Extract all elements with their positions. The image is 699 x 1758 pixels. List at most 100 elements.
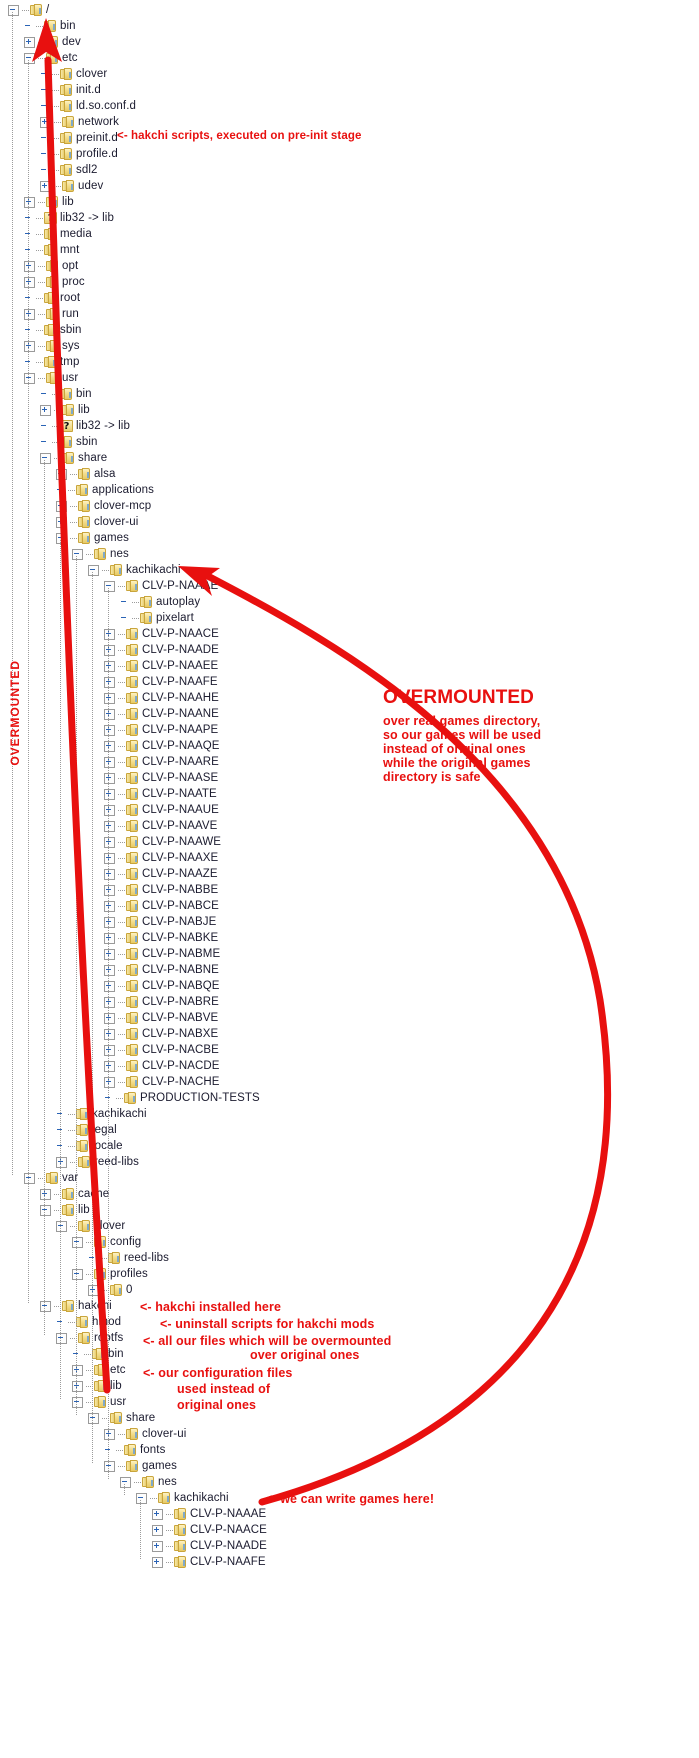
expand-icon[interactable] bbox=[104, 788, 115, 800]
tree-item[interactable]: ? lib32 -> lib bbox=[24, 210, 114, 226]
collapse-icon[interactable] bbox=[104, 1460, 115, 1472]
expand-icon[interactable] bbox=[104, 628, 115, 640]
expand-icon[interactable] bbox=[104, 964, 115, 976]
collapse-icon[interactable] bbox=[40, 1204, 51, 1216]
tree-item[interactable]: CLV-P-NAAFE bbox=[104, 674, 218, 690]
expand-icon[interactable] bbox=[104, 804, 115, 816]
expand-icon[interactable] bbox=[56, 468, 67, 480]
tree-item[interactable]: CLV-P-NABXE bbox=[104, 1026, 218, 1042]
tree-item[interactable]: mnt bbox=[24, 242, 79, 258]
collapse-icon[interactable] bbox=[88, 1412, 99, 1424]
tree-item[interactable]: lib bbox=[40, 402, 90, 418]
tree-item[interactable]: CLV-P-NACHE bbox=[104, 1074, 220, 1090]
tree-item[interactable]: games bbox=[104, 1458, 177, 1474]
tree-item[interactable]: CLV-P-NAACE bbox=[104, 626, 219, 642]
tree-item[interactable]: cache bbox=[40, 1186, 109, 1202]
tree-item[interactable]: ? lib32 -> lib bbox=[40, 418, 130, 434]
tree-item[interactable]: CLV-P-NAAEE bbox=[104, 658, 218, 674]
expand-icon[interactable] bbox=[104, 820, 115, 832]
tree-item[interactable]: sdl2 bbox=[40, 162, 98, 178]
tree-item[interactable]: ld.so.conf.d bbox=[40, 98, 136, 114]
tree-item[interactable]: root bbox=[24, 290, 80, 306]
tree-item[interactable]: sbin bbox=[24, 322, 82, 338]
collapse-icon[interactable] bbox=[8, 4, 19, 16]
tree-item[interactable]: CLV-P-NAAQE bbox=[104, 738, 220, 754]
tree-item[interactable]: alsa bbox=[56, 466, 116, 482]
tree-item[interactable]: etc bbox=[72, 1362, 126, 1378]
tree-item[interactable]: games bbox=[56, 530, 129, 546]
tree-item[interactable]: lib bbox=[40, 1202, 90, 1218]
tree-item[interactable]: CLV-P-NAAHE bbox=[104, 690, 219, 706]
collapse-icon[interactable] bbox=[88, 564, 99, 576]
tree-item[interactable]: nes bbox=[72, 546, 129, 562]
expand-icon[interactable] bbox=[104, 1060, 115, 1072]
expand-icon[interactable] bbox=[104, 836, 115, 848]
expand-icon[interactable] bbox=[104, 676, 115, 688]
tree-item[interactable]: CLV-P-NACDE bbox=[104, 1058, 220, 1074]
expand-icon[interactable] bbox=[104, 740, 115, 752]
tree-item[interactable]: usr bbox=[72, 1394, 126, 1410]
tree-item[interactable]: etc bbox=[24, 50, 78, 66]
expand-icon[interactable] bbox=[56, 500, 67, 512]
collapse-icon[interactable] bbox=[136, 1492, 147, 1504]
collapse-icon[interactable] bbox=[24, 1172, 35, 1184]
tree-item[interactable]: CLV-P-NABJE bbox=[104, 914, 216, 930]
tree-item[interactable]: share bbox=[40, 450, 107, 466]
collapse-icon[interactable] bbox=[120, 1476, 131, 1488]
tree-item[interactable]: reed-libs bbox=[56, 1154, 139, 1170]
tree-item[interactable]: CLV-P-NAASE bbox=[104, 770, 218, 786]
tree-item[interactable]: CLV-P-NAANE bbox=[104, 706, 219, 722]
tree-item[interactable]: CLV-P-NABVE bbox=[104, 1010, 218, 1026]
tree-item[interactable]: bin bbox=[40, 386, 92, 402]
expand-icon[interactable] bbox=[152, 1508, 163, 1520]
expand-icon[interactable] bbox=[104, 1012, 115, 1024]
expand-icon[interactable] bbox=[104, 660, 115, 672]
tree-item[interactable]: CLV-P-NAAVE bbox=[104, 818, 217, 834]
tree-item[interactable]: clover-mcp bbox=[56, 498, 151, 514]
tree-item[interactable]: hmod bbox=[56, 1314, 121, 1330]
expand-icon[interactable] bbox=[104, 772, 115, 784]
expand-icon[interactable] bbox=[152, 1556, 163, 1568]
tree-item[interactable]: var bbox=[24, 1170, 78, 1186]
expand-icon[interactable] bbox=[104, 980, 115, 992]
tree-item[interactable]: CLV-P-NABNE bbox=[104, 962, 219, 978]
expand-icon[interactable] bbox=[104, 948, 115, 960]
expand-icon[interactable] bbox=[40, 404, 51, 416]
tree-item[interactable]: CLV-P-NAAXE bbox=[104, 850, 218, 866]
tree-item[interactable]: profile.d bbox=[40, 146, 118, 162]
tree-item[interactable]: clover-ui bbox=[56, 514, 138, 530]
expand-icon[interactable] bbox=[104, 900, 115, 912]
collapse-icon[interactable] bbox=[72, 1268, 83, 1280]
tree-item[interactable]: clover bbox=[56, 1218, 125, 1234]
tree-item[interactable]: locale bbox=[56, 1138, 123, 1154]
tree-item[interactable]: tmp bbox=[24, 354, 79, 370]
tree-item[interactable]: CLV-P-NABCE bbox=[104, 898, 219, 914]
tree-item[interactable]: CLV-P-NABRE bbox=[104, 994, 219, 1010]
tree-item[interactable]: CLV-P-NAAWE bbox=[104, 834, 221, 850]
tree-item[interactable]: kachikachi bbox=[136, 1490, 229, 1506]
expand-icon[interactable] bbox=[24, 260, 35, 272]
collapse-icon[interactable] bbox=[72, 1396, 83, 1408]
tree-item[interactable]: sbin bbox=[40, 434, 98, 450]
tree-item[interactable]: proc bbox=[24, 274, 85, 290]
tree-item[interactable]: CLV-P-NABBE bbox=[104, 882, 218, 898]
tree-item[interactable]: pixelart bbox=[120, 610, 194, 626]
expand-icon[interactable] bbox=[40, 180, 51, 192]
tree-item[interactable]: lib bbox=[24, 194, 74, 210]
tree-item[interactable]: CLV-P-NAAPE bbox=[104, 722, 218, 738]
expand-icon[interactable] bbox=[152, 1524, 163, 1536]
tree-item[interactable]: opt bbox=[24, 258, 78, 274]
tree-item[interactable]: sys bbox=[24, 338, 80, 354]
tree-item[interactable]: kachikachi bbox=[56, 1106, 147, 1122]
tree-item[interactable]: CLV-P-NABKE bbox=[104, 930, 218, 946]
expand-icon[interactable] bbox=[104, 852, 115, 864]
expand-icon[interactable] bbox=[72, 1380, 83, 1392]
collapse-icon[interactable] bbox=[104, 580, 115, 592]
tree-item[interactable]: CLV-P-NAAUE bbox=[104, 802, 219, 818]
collapse-icon[interactable] bbox=[72, 548, 83, 560]
expand-icon[interactable] bbox=[104, 1044, 115, 1056]
expand-icon[interactable] bbox=[104, 1428, 115, 1440]
tree-item[interactable]: lib bbox=[72, 1378, 122, 1394]
expand-icon[interactable] bbox=[104, 932, 115, 944]
tree-item[interactable]: CLV-P-NACBE bbox=[104, 1042, 219, 1058]
